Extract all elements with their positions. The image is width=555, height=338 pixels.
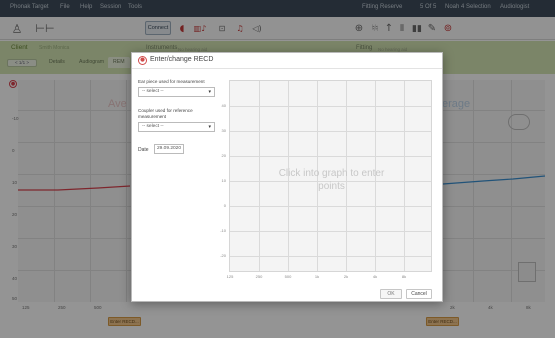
x-tick: 4k	[372, 274, 378, 279]
dialog-title: Enter/change RECD	[150, 56, 214, 63]
coupler-label: Coupler used for reference measurement	[138, 108, 193, 119]
chevron-down-icon: ▾	[208, 89, 211, 95]
x-tick: 125	[226, 274, 234, 279]
dialog-title-bar: ● Enter/change RECD	[132, 53, 442, 69]
x-tick: 500	[284, 274, 292, 279]
x-tick: 2k	[343, 274, 349, 279]
date-label: Date	[138, 147, 149, 153]
cancel-button[interactable]: Cancel	[406, 289, 432, 299]
chevron-down-icon: ▾	[208, 124, 211, 130]
recd-graph[interactable]: Click into graph to enter points	[229, 80, 432, 272]
ok-button[interactable]: OK	[380, 289, 402, 299]
x-tick: 1k	[314, 274, 320, 279]
ear-record-icon: ●	[138, 56, 147, 65]
x-tick: 250	[255, 274, 263, 279]
y-tick: -10	[220, 228, 226, 233]
y-tick: 40	[221, 103, 226, 108]
y-tick: 10	[221, 178, 226, 183]
date-field[interactable]: 29.09.2020	[154, 144, 184, 154]
earpiece-label: Ear piece used for measurement	[138, 79, 205, 84]
graph-hint: Click into graph to enter points	[278, 168, 385, 192]
coupler-select-value: -- select --	[142, 124, 164, 129]
recd-dialog: ● Enter/change RECD Ear piece used for m…	[131, 52, 443, 302]
earpiece-select-value: -- select --	[142, 89, 164, 94]
y-tick: -20	[220, 253, 226, 258]
y-tick: 30	[221, 128, 226, 133]
coupler-select[interactable]: -- select -- ▾	[138, 122, 215, 132]
y-tick: 0	[223, 203, 226, 208]
earpiece-select[interactable]: -- select -- ▾	[138, 87, 215, 97]
y-tick: 20	[221, 153, 226, 158]
x-tick: 8k	[401, 274, 407, 279]
